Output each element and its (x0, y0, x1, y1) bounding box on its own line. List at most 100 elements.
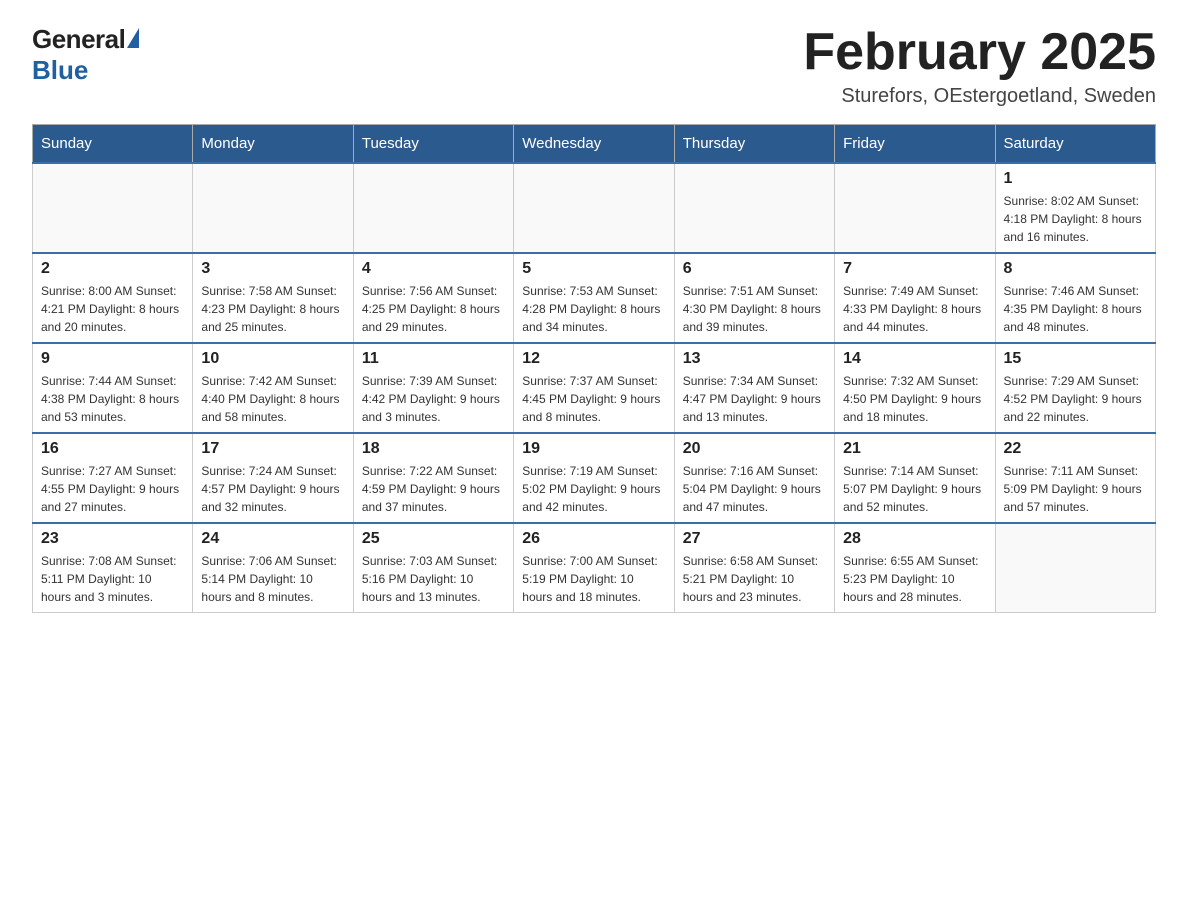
calendar-cell: 5 Sunrise: 7:53 AM Sunset: 4:28 PM Daylig… (514, 253, 674, 343)
calendar-cell: 28 Sunrise: 6:55 AM Sunset: 5:23 PM Dayli… (835, 523, 995, 613)
calendar-cell: 25 Sunrise: 7:03 AM Sunset: 5:16 PM Dayli… (353, 523, 513, 613)
calendar-cell: 3 Sunrise: 7:58 AM Sunset: 4:23 PM Daylig… (193, 253, 353, 343)
calendar-cell: 24Sunrise: 7:06 AM Sunset: 5:14 PM Dayli… (193, 523, 353, 613)
calendar-cell (353, 163, 513, 253)
day-info: Sunrise: 7:46 AM Sunset: 4:35 PM Dayligh… (1004, 282, 1147, 336)
calendar-cell: 18 Sunrise: 7:22 AM Sunset: 4:59 PM Dayli… (353, 433, 513, 523)
calendar-cell: 4Sunrise: 7:56 AM Sunset: 4:25 PM Daylig… (353, 253, 513, 343)
day-info: Sunrise: 7:22 AM Sunset: 4:59 PM Dayligh… (362, 462, 505, 516)
day-number: 14 (843, 350, 986, 368)
weekday-header-wednesday: Wednesday (514, 125, 674, 164)
day-info: Sunrise: 7:42 AM Sunset: 4:40 PM Dayligh… (201, 372, 344, 426)
day-info: Sunrise: 7:39 AM Sunset: 4:42 PM Dayligh… (362, 372, 505, 426)
logo-text: General (32, 24, 141, 55)
day-number: 26 (522, 530, 665, 548)
day-number: 1 (1004, 170, 1147, 188)
calendar-cell: 15 Sunrise: 7:29 AM Sunset: 4:52 PM Dayli… (995, 343, 1155, 433)
weekday-header-thursday: Thursday (674, 125, 834, 164)
day-info: Sunrise: 7:56 AM Sunset: 4:25 PM Dayligh… (362, 282, 505, 336)
calendar-cell: 8 Sunrise: 7:46 AM Sunset: 4:35 PM Daylig… (995, 253, 1155, 343)
day-number: 10 (201, 350, 344, 368)
day-number: 23 (41, 530, 184, 548)
calendar-cell: 2Sunrise: 8:00 AM Sunset: 4:21 PM Daylig… (33, 253, 193, 343)
day-number: 3 (201, 260, 344, 278)
calendar-cell (33, 163, 193, 253)
day-info: Sunrise: 7:51 AM Sunset: 4:30 PM Dayligh… (683, 282, 826, 336)
calendar-cell (674, 163, 834, 253)
calendar-cell: 20Sunrise: 7:16 AM Sunset: 5:04 PM Dayli… (674, 433, 834, 523)
calendar-cell (835, 163, 995, 253)
page-title: February 2025 (803, 24, 1156, 81)
day-number: 9 (41, 350, 184, 368)
calendar-cell: 11 Sunrise: 7:39 AM Sunset: 4:42 PM Dayli… (353, 343, 513, 433)
calendar-cell: 13Sunrise: 7:34 AM Sunset: 4:47 PM Dayli… (674, 343, 834, 433)
day-number: 8 (1004, 260, 1147, 278)
day-info: Sunrise: 7:08 AM Sunset: 5:11 PM Dayligh… (41, 552, 184, 606)
day-info: Sunrise: 7:19 AM Sunset: 5:02 PM Dayligh… (522, 462, 665, 516)
day-info: Sunrise: 7:14 AM Sunset: 5:07 PM Dayligh… (843, 462, 986, 516)
day-number: 12 (522, 350, 665, 368)
day-number: 27 (683, 530, 826, 548)
week-row-3: 9Sunrise: 7:44 AM Sunset: 4:38 PM Daylig… (33, 343, 1156, 433)
day-number: 16 (41, 440, 184, 458)
logo-triangle-icon (127, 28, 139, 48)
calendar-cell: 17 Sunrise: 7:24 AM Sunset: 4:57 PM Dayli… (193, 433, 353, 523)
day-info: Sunrise: 7:49 AM Sunset: 4:33 PM Dayligh… (843, 282, 986, 336)
day-info: Sunrise: 7:34 AM Sunset: 4:47 PM Dayligh… (683, 372, 826, 426)
calendar-cell: 1 Sunrise: 8:02 AM Sunset: 4:18 PM Daylig… (995, 163, 1155, 253)
logo-general: General (32, 24, 125, 55)
calendar-cell (514, 163, 674, 253)
calendar-header-row: SundayMondayTuesdayWednesdayThursdayFrid… (33, 125, 1156, 164)
day-number: 17 (201, 440, 344, 458)
calendar-cell: 10 Sunrise: 7:42 AM Sunset: 4:40 PM Dayli… (193, 343, 353, 433)
day-info: Sunrise: 6:58 AM Sunset: 5:21 PM Dayligh… (683, 552, 826, 606)
day-info: Sunrise: 8:02 AM Sunset: 4:18 PM Dayligh… (1004, 192, 1147, 246)
calendar-cell: 21 Sunrise: 7:14 AM Sunset: 5:07 PM Dayli… (835, 433, 995, 523)
weekday-header-saturday: Saturday (995, 125, 1155, 164)
calendar-cell: 16 Sunrise: 7:27 AM Sunset: 4:55 PM Dayli… (33, 433, 193, 523)
week-row-2: 2Sunrise: 8:00 AM Sunset: 4:21 PM Daylig… (33, 253, 1156, 343)
calendar-cell: 26 Sunrise: 7:00 AM Sunset: 5:19 PM Dayli… (514, 523, 674, 613)
day-number: 2 (41, 260, 184, 278)
logo: General Blue (32, 24, 141, 86)
day-info: Sunrise: 7:27 AM Sunset: 4:55 PM Dayligh… (41, 462, 184, 516)
day-info: Sunrise: 7:58 AM Sunset: 4:23 PM Dayligh… (201, 282, 344, 336)
day-info: Sunrise: 7:53 AM Sunset: 4:28 PM Dayligh… (522, 282, 665, 336)
day-info: Sunrise: 6:55 AM Sunset: 5:23 PM Dayligh… (843, 552, 986, 606)
day-number: 28 (843, 530, 986, 548)
calendar-cell: 19Sunrise: 7:19 AM Sunset: 5:02 PM Dayli… (514, 433, 674, 523)
day-number: 7 (843, 260, 986, 278)
day-number: 25 (362, 530, 505, 548)
day-number: 6 (683, 260, 826, 278)
calendar-cell: 9Sunrise: 7:44 AM Sunset: 4:38 PM Daylig… (33, 343, 193, 433)
weekday-header-friday: Friday (835, 125, 995, 164)
weekday-header-monday: Monday (193, 125, 353, 164)
calendar-cell: 6 Sunrise: 7:51 AM Sunset: 4:30 PM Daylig… (674, 253, 834, 343)
day-number: 21 (843, 440, 986, 458)
calendar-cell (193, 163, 353, 253)
calendar-cell: 7 Sunrise: 7:49 AM Sunset: 4:33 PM Daylig… (835, 253, 995, 343)
day-number: 22 (1004, 440, 1147, 458)
calendar-cell: 14 Sunrise: 7:32 AM Sunset: 4:50 PM Dayli… (835, 343, 995, 433)
week-row-5: 23 Sunrise: 7:08 AM Sunset: 5:11 PM Dayli… (33, 523, 1156, 613)
day-number: 5 (522, 260, 665, 278)
calendar-cell: 23 Sunrise: 7:08 AM Sunset: 5:11 PM Dayli… (33, 523, 193, 613)
calendar-cell: 27 Sunrise: 6:58 AM Sunset: 5:21 PM Dayli… (674, 523, 834, 613)
day-info: Sunrise: 7:16 AM Sunset: 5:04 PM Dayligh… (683, 462, 826, 516)
location-subtitle: Sturefors, OEstergoetland, Sweden (803, 85, 1156, 108)
week-row-4: 16 Sunrise: 7:27 AM Sunset: 4:55 PM Dayli… (33, 433, 1156, 523)
day-info: Sunrise: 7:29 AM Sunset: 4:52 PM Dayligh… (1004, 372, 1147, 426)
day-info: Sunrise: 7:32 AM Sunset: 4:50 PM Dayligh… (843, 372, 986, 426)
week-row-1: 1 Sunrise: 8:02 AM Sunset: 4:18 PM Daylig… (33, 163, 1156, 253)
weekday-header-sunday: Sunday (33, 125, 193, 164)
day-number: 18 (362, 440, 505, 458)
day-number: 11 (362, 350, 505, 368)
day-info: Sunrise: 7:03 AM Sunset: 5:16 PM Dayligh… (362, 552, 505, 606)
day-number: 15 (1004, 350, 1147, 368)
day-info: Sunrise: 7:00 AM Sunset: 5:19 PM Dayligh… (522, 552, 665, 606)
day-info: Sunrise: 7:11 AM Sunset: 5:09 PM Dayligh… (1004, 462, 1147, 516)
logo-blue: Blue (32, 55, 88, 86)
day-info: Sunrise: 7:24 AM Sunset: 4:57 PM Dayligh… (201, 462, 344, 516)
calendar-cell: 22 Sunrise: 7:11 AM Sunset: 5:09 PM Dayli… (995, 433, 1155, 523)
calendar-table: SundayMondayTuesdayWednesdayThursdayFrid… (32, 124, 1156, 613)
